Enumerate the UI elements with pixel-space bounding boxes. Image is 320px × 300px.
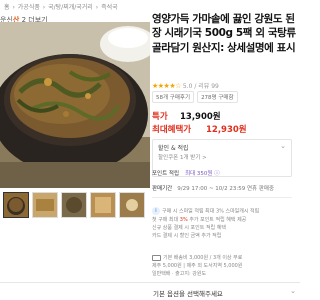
option-select-label[interactable]: 기본 옵션을 선택해주세요 xyxy=(153,288,223,298)
thumbnail-image xyxy=(62,193,86,217)
sale-period-value: 9/29 17:00 ~ 10/2 23:59 연휴 판매중 xyxy=(177,186,275,192)
thumbnail-1[interactable] xyxy=(3,192,29,218)
shipping-info: 기본 배송비 3,000원 / 3개 이상 무료 제주 5,000원 | 제주 … xyxy=(152,254,243,277)
payment-benefits: i 구매 시 스마일 적립 최대 3% 스마일캐시 적립 첫 구매 최대 3% 추… xyxy=(152,207,260,239)
thumbnail-image xyxy=(4,193,28,217)
sale-price: 13,900원 xyxy=(180,112,221,122)
info-icon: i xyxy=(152,207,160,215)
rating-text[interactable]: 5.0 / 리뷰 99 xyxy=(183,81,219,90)
point-label: 포인트 적립 xyxy=(152,171,180,177)
point-row: 포인트 적립 최대 350원 ⓘ xyxy=(152,169,292,177)
stew-photo xyxy=(0,22,150,188)
chevron-down-icon[interactable]: ⌄ xyxy=(280,142,286,150)
breadcrumb-item[interactable]: 즉석국 xyxy=(101,4,118,11)
breadcrumb-item[interactable]: 국/탕/찌개/국거리 xyxy=(48,4,93,11)
benefit-price[interactable]: 12,930원 xyxy=(206,123,247,135)
thumbnail-3[interactable] xyxy=(61,192,87,218)
breadcrumb-item[interactable]: 홈 xyxy=(4,4,10,11)
thumbnail-image xyxy=(33,193,57,217)
thumbnail-4[interactable] xyxy=(90,192,116,218)
badge: 278명 구매함 xyxy=(197,91,238,103)
benefit-price-label[interactable]: 최대혜택가 xyxy=(152,123,191,135)
sale-label: 특가 xyxy=(152,112,168,122)
badge-row: 58개 구매후기 278명 구매함 xyxy=(152,91,238,103)
badge[interactable]: 58개 구매후기 xyxy=(152,91,195,103)
rating-stars-icon: ★★★★☆ xyxy=(152,81,181,90)
thumbnail-image xyxy=(91,193,115,217)
product-title: 영양가득 가마솥에 끓인 강원도 된장 시래기국 500g 5팩 외 국탕류 골… xyxy=(152,13,296,54)
option-select-bar[interactable]: 기본 옵션을 선택해주세요 ⌄ xyxy=(0,282,300,300)
thumbnail-5[interactable] xyxy=(119,192,145,218)
divider xyxy=(152,197,292,198)
thumbnail-strip xyxy=(0,190,150,220)
breadcrumb-item[interactable]: 가공식품 xyxy=(18,4,40,11)
sale-period-row: 판매기간 9/29 17:00 ~ 10/2 23:59 연휴 판매중 xyxy=(152,184,292,192)
rating-row: ★★★★☆ 5.0 / 리뷰 99 xyxy=(152,81,219,91)
chevron-down-icon[interactable]: ⌄ xyxy=(290,287,296,295)
truck-icon xyxy=(152,254,161,261)
thumbnail-image xyxy=(120,193,144,217)
point-value[interactable]: 최대 350원 ⓘ xyxy=(185,169,220,177)
breadcrumb: 홈 › 가공식품 › 국/탕/찌개/국거리 › 즉석국 xyxy=(4,4,118,11)
sale-period-label: 판매기간 xyxy=(152,186,173,192)
thumbnail-2[interactable] xyxy=(32,192,58,218)
coupon-title: 할인 & 적립 xyxy=(158,145,189,152)
product-main-image[interactable] xyxy=(0,22,150,188)
coupon-download-link[interactable]: 할인쿠폰 1개 받기 > xyxy=(158,153,207,161)
